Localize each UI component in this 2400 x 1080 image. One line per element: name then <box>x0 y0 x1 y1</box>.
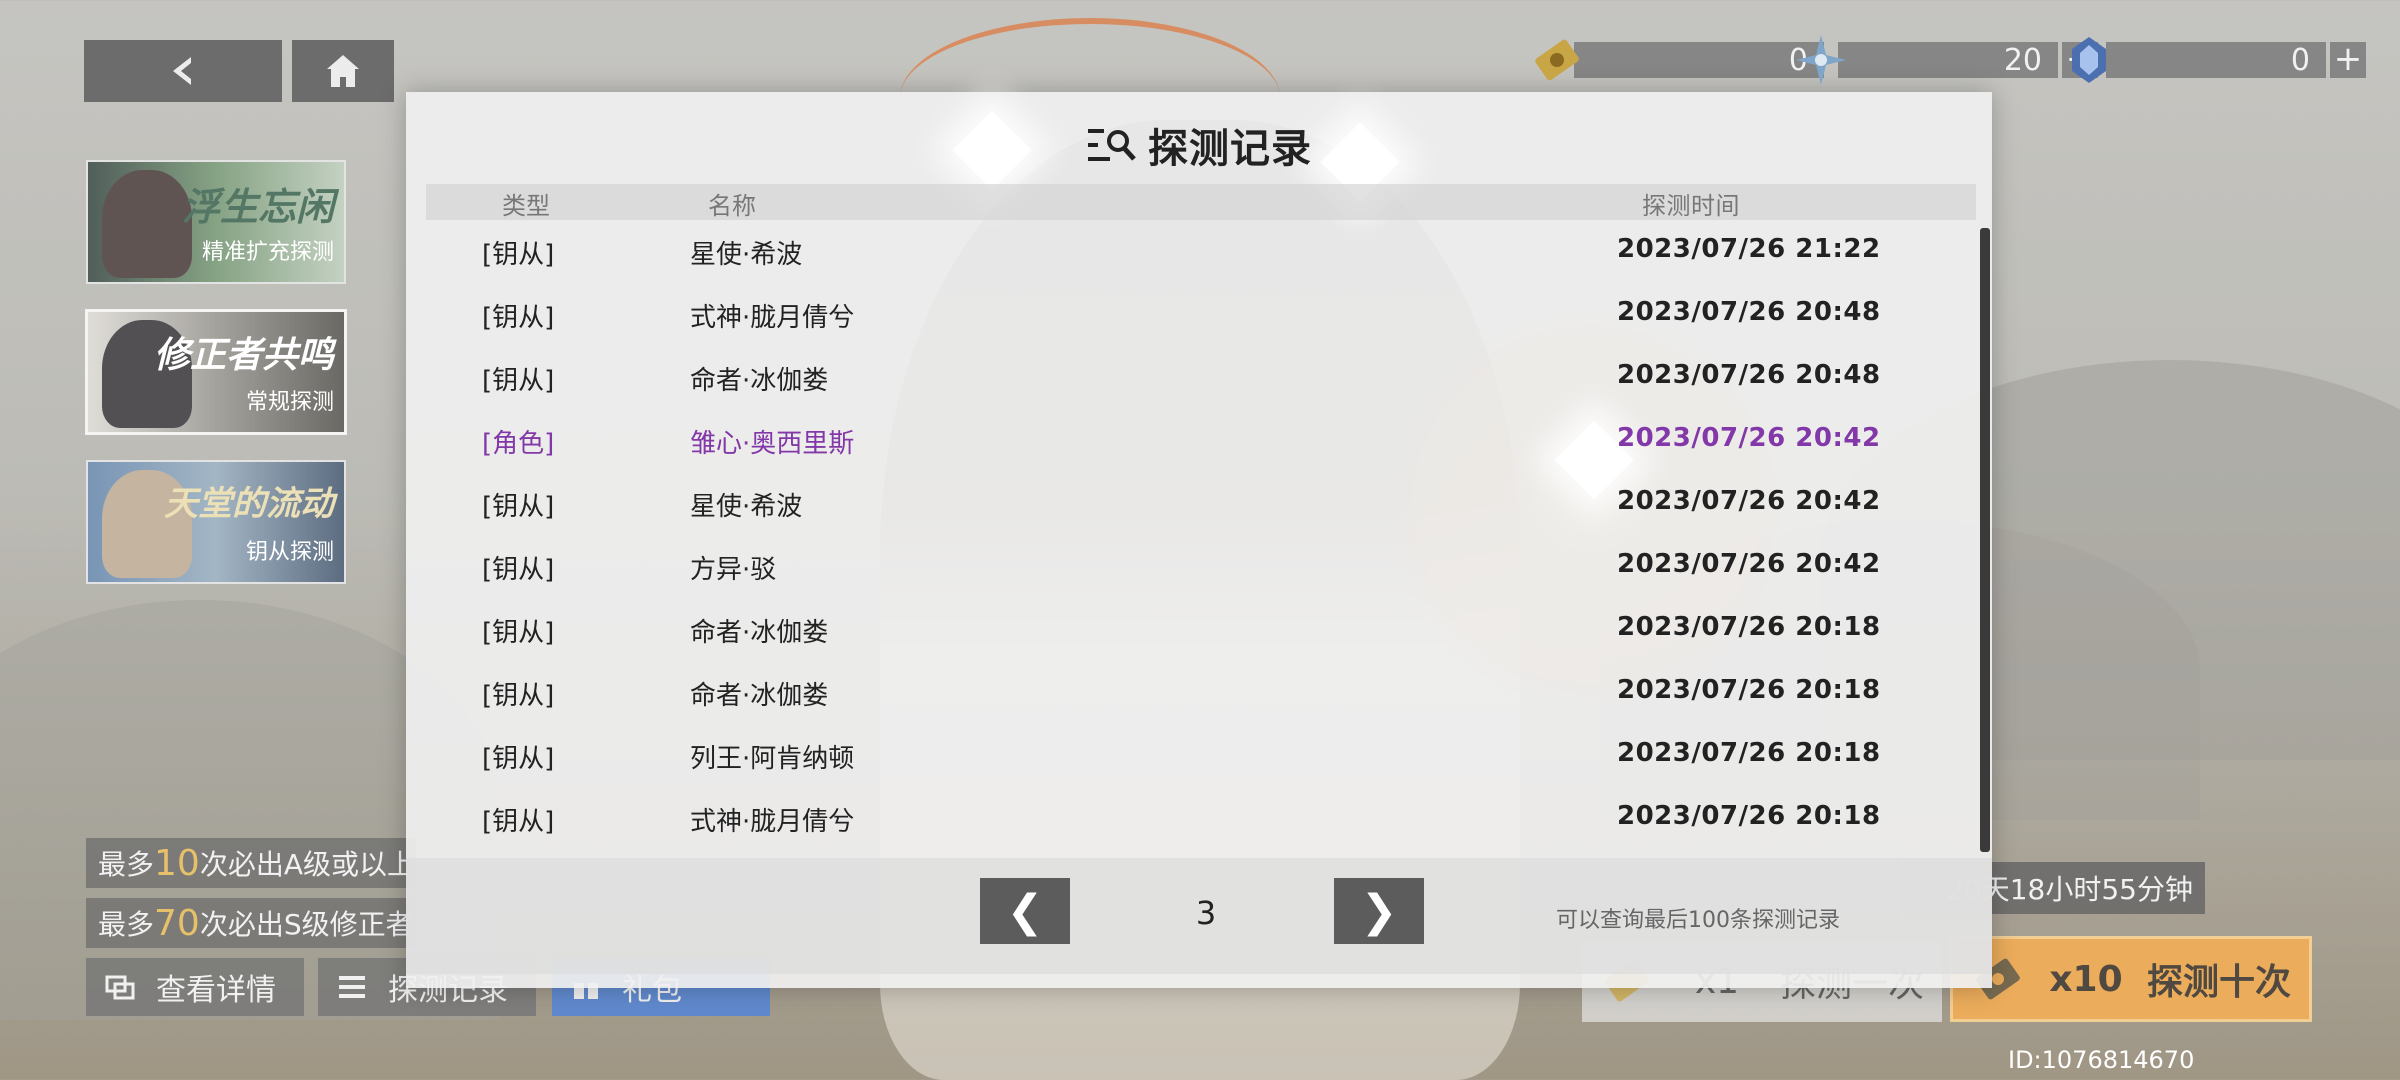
table-row: [钥从] 命者·冰伽娄 2023/07/26 20:48 <box>406 346 1992 409</box>
header-type: 类型 <box>502 192 550 220</box>
record-type: [钥从] <box>482 303 555 333</box>
record-type: [钥从] <box>482 366 555 396</box>
record-type: [钥从] <box>482 744 555 774</box>
record-name: 命者·冰伽娄 <box>690 366 829 396</box>
record-name: 式神·胧月倩兮 <box>690 303 855 333</box>
header-name: 名称 <box>708 192 756 220</box>
record-time: 2023/07/26 20:18 <box>1617 675 1881 705</box>
record-name: 雏心·奥西里斯 <box>690 429 855 459</box>
page-number: 3 <box>1195 894 1217 932</box>
record-time: 2023/07/26 20:42 <box>1617 486 1881 516</box>
record-name: 星使·希波 <box>690 492 803 522</box>
record-type: [角色] <box>482 429 555 459</box>
record-time: 2023/07/26 20:48 <box>1617 360 1881 390</box>
record-name: 式神·胧月倩兮 <box>690 807 855 837</box>
previous-page-button[interactable]: ❮ <box>980 878 1070 944</box>
record-time: 2023/07/26 20:42 <box>1617 549 1881 579</box>
record-name: 列王·阿肯纳顿 <box>690 744 855 774</box>
table-row: [钥从] 方异·驳 2023/07/26 20:42 <box>406 535 1992 598</box>
record-type: [钥从] <box>482 618 555 648</box>
record-time: 2023/07/26 20:48 <box>1617 297 1881 327</box>
table-row: [钥从] 命者·冰伽娄 2023/07/26 20:18 <box>406 661 1992 724</box>
record-name: 方异·驳 <box>690 555 777 585</box>
table-header: 类型 名称 探测时间 <box>426 184 1976 220</box>
record-name: 星使·希波 <box>690 240 803 270</box>
record-time: 2023/07/26 20:18 <box>1617 738 1881 768</box>
ticket-icon <box>1530 33 1584 87</box>
table-row-highlighted: [角色] 雏心·奥西里斯 2023/07/26 20:42 <box>406 409 1992 472</box>
table-row: [钥从] 命者·冰伽娄 2023/07/26 20:18 <box>406 598 1992 661</box>
pagination-bar: ❮ 3 ❯ 可以查询最后100条探测记录 <box>406 858 1992 974</box>
records-scrollbar[interactable] <box>1980 228 1990 852</box>
dialog-title: 探测记录 <box>1148 126 1312 172</box>
table-row: [钥从] 星使·希波 2023/07/26 21:22 <box>406 220 1992 283</box>
record-type: [钥从] <box>482 681 555 711</box>
record-type: [钥从] <box>482 492 555 522</box>
table-row: [钥从] 星使·希波 2023/07/26 20:42 <box>406 472 1992 535</box>
record-name: 命者·冰伽娄 <box>690 681 829 711</box>
header-time: 探测时间 <box>1642 192 1740 220</box>
records-limit-note: 可以查询最后100条探测记录 <box>1556 908 1840 933</box>
record-type: [钥从] <box>482 807 555 837</box>
table-row: [钥从] 式神·胧月倩兮 2023/07/26 20:48 <box>406 283 1992 346</box>
table-row: [钥从] 式神·胧月倩兮 2023/07/26 20:18 <box>406 787 1992 850</box>
next-page-button[interactable]: ❯ <box>1334 878 1424 944</box>
record-type: [钥从] <box>482 555 555 585</box>
dialog-header: 探测记录 <box>406 116 1992 174</box>
record-name: 命者·冰伽娄 <box>690 618 829 648</box>
record-type: [钥从] <box>482 240 555 270</box>
record-time: 2023/07/26 20:42 <box>1617 423 1881 453</box>
table-row: [钥从] 列王·阿肯纳顿 2023/07/26 20:18 <box>406 724 1992 787</box>
record-time: 2023/07/26 20:18 <box>1617 801 1881 831</box>
record-time: 2023/07/26 21:22 <box>1617 234 1881 264</box>
search-list-icon <box>1088 129 1136 161</box>
blue-crystal-icon <box>2062 33 2116 87</box>
record-time: 2023/07/26 20:18 <box>1617 612 1881 642</box>
star-crystal-icon <box>1794 33 1848 87</box>
draw-records-dialog: 探测记录 类型 名称 探测时间 [钥从] 星使·希波 2023/07/26 21… <box>406 92 1992 988</box>
